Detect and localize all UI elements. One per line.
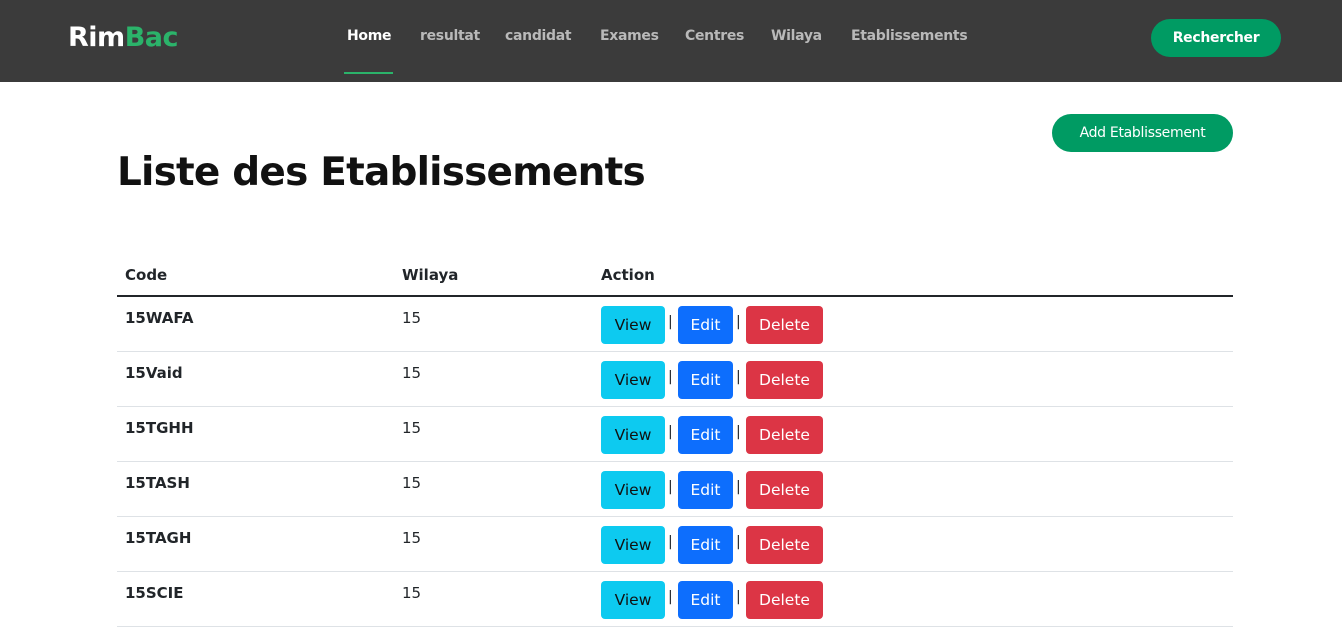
top-navbar: RimBac Home resultat candidat Exames Cen…	[0, 0, 1342, 82]
add-etablissement-button[interactable]: Add Etablissement	[1052, 114, 1233, 152]
view-button[interactable]: View	[601, 361, 665, 399]
action-separator: |	[668, 589, 673, 605]
etablissements-table: Code Wilaya Action 15WAFA 15 View | Edit | Del…	[117, 256, 1233, 627]
action-separator: |	[736, 534, 741, 550]
nav-link-resultat[interactable]: resultat	[420, 28, 480, 44]
delete-button[interactable]: Delete	[746, 581, 823, 619]
action-separator: |	[736, 424, 741, 440]
table-row: 15WAFA 15 View | Edit | Delete	[117, 297, 1233, 352]
active-nav-indicator	[344, 72, 393, 74]
view-button[interactable]: View	[601, 526, 665, 564]
page-title: Liste des Etablissements	[117, 150, 646, 195]
search-button[interactable]: Rechercher	[1151, 19, 1281, 57]
cell-wilaya: 15	[402, 419, 422, 437]
action-separator: |	[668, 479, 673, 495]
action-separator: |	[668, 314, 673, 330]
table-row: 15TGHH 15 View | Edit | Delete	[117, 407, 1233, 462]
cell-code: 15TGHH	[125, 419, 194, 437]
cell-wilaya: 15	[402, 309, 422, 327]
brand-logo[interactable]: RimBac	[68, 22, 179, 53]
cell-code: 15TASH	[125, 474, 190, 492]
nav-link-candidat[interactable]: candidat	[505, 28, 572, 44]
cell-code: 15WAFA	[125, 309, 194, 327]
action-separator: |	[736, 479, 741, 495]
view-button[interactable]: View	[601, 306, 665, 344]
delete-button[interactable]: Delete	[746, 361, 823, 399]
table-header: Code Wilaya Action	[117, 256, 1233, 297]
nav-link-wilaya[interactable]: Wilaya	[771, 28, 822, 44]
table-body: 15WAFA 15 View | Edit | Delete 15Vaid 15 View | Edi…	[117, 297, 1233, 627]
brand-logo-part1: Rim	[68, 22, 125, 53]
cell-wilaya: 15	[402, 474, 422, 492]
table-row: 15TASH 15 View | Edit | Delete	[117, 462, 1233, 517]
view-button[interactable]: View	[601, 416, 665, 454]
action-separator: |	[668, 534, 673, 550]
table-row: 15TAGH 15 View | Edit | Delete	[117, 517, 1233, 572]
action-separator: |	[736, 314, 741, 330]
edit-button[interactable]: Edit	[678, 306, 733, 344]
action-separator: |	[736, 369, 741, 385]
action-separator: |	[668, 369, 673, 385]
edit-button[interactable]: Edit	[678, 361, 733, 399]
nav-link-exames[interactable]: Exames	[600, 28, 659, 44]
cell-code: 15SCIE	[125, 584, 184, 602]
cell-wilaya: 15	[402, 529, 422, 547]
cell-wilaya: 15	[402, 364, 422, 382]
column-header-code: Code	[125, 266, 168, 284]
nav-link-etablissements[interactable]: Etablissements	[851, 28, 968, 44]
delete-button[interactable]: Delete	[746, 526, 823, 564]
delete-button[interactable]: Delete	[746, 471, 823, 509]
view-button[interactable]: View	[601, 581, 665, 619]
table-row: 15SCIE 15 View | Edit | Delete	[117, 572, 1233, 627]
brand-logo-part2: Bac	[124, 22, 179, 53]
edit-button[interactable]: Edit	[678, 471, 733, 509]
edit-button[interactable]: Edit	[678, 416, 733, 454]
nav-link-centres[interactable]: Centres	[685, 28, 744, 44]
delete-button[interactable]: Delete	[746, 416, 823, 454]
cell-code: 15TAGH	[125, 529, 192, 547]
column-header-action: Action	[601, 266, 655, 284]
edit-button[interactable]: Edit	[678, 581, 733, 619]
action-separator: |	[668, 424, 673, 440]
view-button[interactable]: View	[601, 471, 665, 509]
cell-code: 15Vaid	[125, 364, 183, 382]
action-separator: |	[736, 589, 741, 605]
column-header-wilaya: Wilaya	[402, 266, 459, 284]
delete-button[interactable]: Delete	[746, 306, 823, 344]
nav-link-home[interactable]: Home	[347, 28, 392, 44]
table-row: 15Vaid 15 View | Edit | Delete	[117, 352, 1233, 407]
cell-wilaya: 15	[402, 584, 422, 602]
edit-button[interactable]: Edit	[678, 526, 733, 564]
